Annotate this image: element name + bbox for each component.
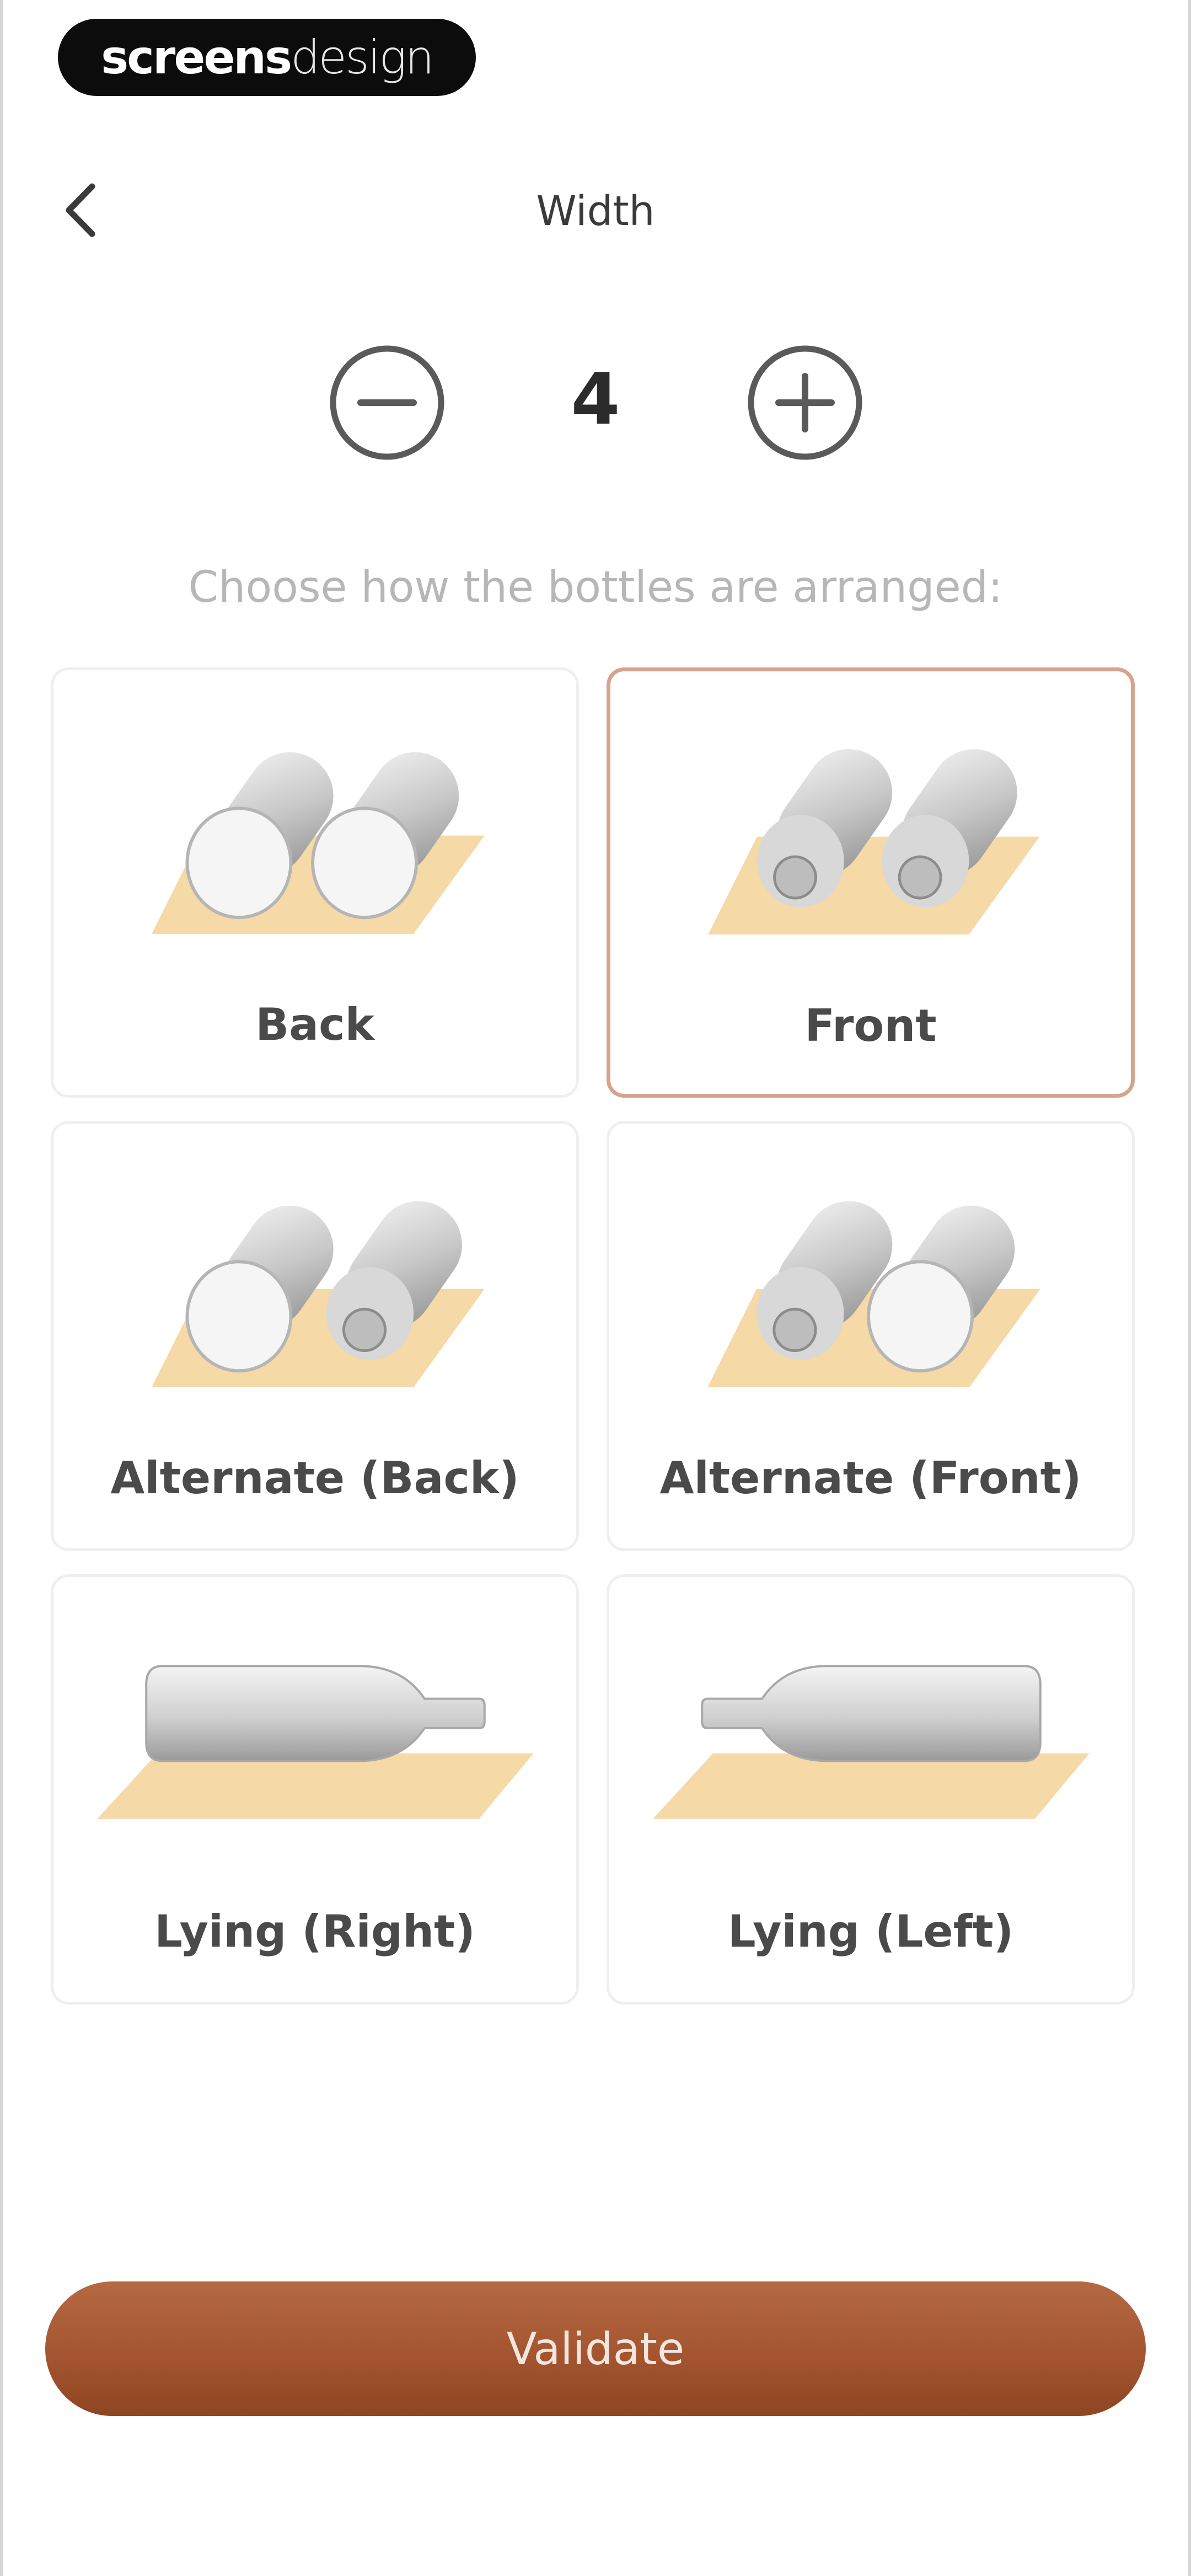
bottles-back-illustration bbox=[152, 752, 485, 934]
option-card-lying-left[interactable]: Lying (Left) bbox=[607, 1574, 1135, 2005]
bottles-alternate-back-illustration bbox=[152, 1201, 485, 1387]
validate-button[interactable]: Validate bbox=[45, 2281, 1146, 2416]
width-stepper: 4 bbox=[0, 342, 1191, 463]
option-label: Alternate (Front) bbox=[659, 1452, 1082, 1504]
validate-label: Validate bbox=[506, 2323, 685, 2375]
option-card-alternate-front[interactable]: Alternate (Front) bbox=[607, 1121, 1135, 1551]
minus-circle-icon bbox=[330, 345, 444, 460]
bottle-lying-left-illustration bbox=[653, 1665, 1090, 1819]
plus-circle-icon bbox=[748, 345, 862, 460]
option-card-lying-right[interactable]: Lying (Right) bbox=[51, 1574, 579, 2005]
brand-logo-part2: design bbox=[291, 30, 434, 84]
brand-logo: screens design bbox=[58, 19, 476, 96]
increase-button[interactable] bbox=[744, 342, 866, 463]
bottles-alternate-front-illustration bbox=[707, 1201, 1040, 1387]
option-card-back[interactable]: Back bbox=[51, 667, 579, 1098]
bottles-front-illustration bbox=[708, 749, 1040, 935]
arrangement-prompt: Choose how the bottles are arranged: bbox=[188, 563, 1003, 612]
option-label: Lying (Right) bbox=[154, 1906, 475, 1957]
option-label: Alternate (Back) bbox=[110, 1452, 519, 1504]
page-title: Width bbox=[536, 188, 655, 235]
option-card-alternate-back[interactable]: Alternate (Back) bbox=[51, 1121, 579, 1551]
decrease-button[interactable] bbox=[326, 342, 448, 463]
option-label: Lying (Left) bbox=[727, 1906, 1014, 1957]
stepper-value: 4 bbox=[571, 359, 620, 441]
option-label: Front bbox=[804, 1000, 937, 1051]
option-card-front[interactable]: Front bbox=[607, 667, 1135, 1098]
brand-logo-part1: screens bbox=[101, 30, 292, 84]
option-label: Back bbox=[255, 999, 374, 1050]
header: Width bbox=[0, 165, 1191, 254]
bottle-lying-right-illustration bbox=[97, 1665, 534, 1819]
